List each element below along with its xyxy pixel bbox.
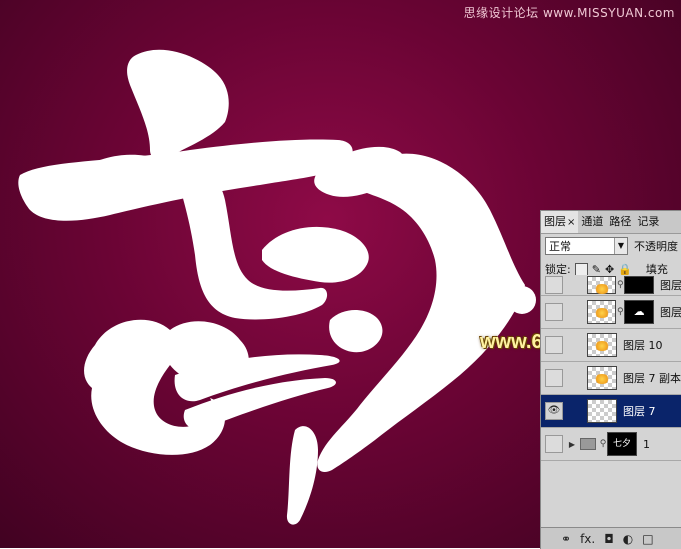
visibility-toggle[interactable] [545,303,563,321]
lock-all-icon[interactable]: 🔒 [618,263,632,276]
visibility-toggle[interactable] [545,369,563,387]
layer-row[interactable]: ⚲ ☁ 图层 [541,296,681,329]
blend-mode-value: 正常 [549,240,571,253]
layers-panel: 图层× 通道 路径 记录 正常 ▼ 不透明度 锁定: ✎ ✥ 🔒 填充 ⚲ 图层 [540,210,681,549]
layer-name: 图层 7 副本 [623,372,681,385]
site-watermark: 思缘设计论坛 www.MISSYUAN.com [463,6,675,20]
chain-link-icon[interactable]: ⚲ [599,439,607,449]
layer-thumbnail [587,366,617,390]
layer-mask-thumbnail [624,276,654,294]
eye-icon[interactable]: 👁 [545,402,563,420]
layer-mask-thumbnail: 七夕 [607,432,637,456]
tab-layers-label: 图层 [544,215,566,228]
layer-row[interactable]: ⚲ 图层 [541,275,681,296]
mask-icon[interactable]: ◘ [604,532,614,546]
expand-triangle-icon[interactable]: ▶ [567,440,577,449]
layer-name: 图层 10 [623,339,663,352]
panel-tabs: 图层× 通道 路径 记录 [541,211,681,234]
adjustment-icon[interactable]: ◐ [623,532,633,546]
layer-row[interactable]: 图层 7 副本 [541,362,681,395]
layer-row[interactable]: 图层 10 [541,329,681,362]
layer-group-row[interactable]: ▶ ⚲ 七夕 1 [541,428,681,461]
layer-name: 图层 7 [623,405,656,418]
layer-thumbnail [587,333,617,357]
visibility-toggle[interactable] [545,276,563,294]
tab-paths[interactable]: 路径 [606,211,634,233]
blend-mode-select[interactable]: 正常 ▼ [545,237,628,255]
layer-thumbnail [586,300,617,324]
fx-icon[interactable]: fx. [580,532,595,546]
visibility-toggle[interactable] [545,435,563,453]
layer-name: 图层 [660,279,681,292]
layers-bottom-bar: ⚭ fx. ◘ ◐ □ [541,527,681,549]
chain-link-icon[interactable]: ⚲ [616,280,624,290]
new-layer-icon[interactable]: □ [642,532,653,546]
folder-icon [580,438,596,450]
layer-mask-thumbnail: ☁ [624,300,654,324]
visibility-toggle[interactable] [545,336,563,354]
lock-position-icon[interactable]: ✥ [605,263,614,276]
chain-link-icon[interactable]: ⚲ [616,307,624,317]
layer-thumbnail [587,399,617,423]
layer-name: 1 [643,437,650,451]
layer-row-selected[interactable]: 👁 图层 7 [541,395,681,428]
lock-transparency-icon[interactable] [574,262,588,276]
tab-channels[interactable]: 通道 [578,211,606,233]
layers-list: ⚲ 图层 ⚲ ☁ 图层 图层 10 图层 7 副本 👁 图层 7 ▶ ⚲ 七夕 … [541,275,681,461]
layer-thumbnail [586,276,617,294]
blend-row: 正常 ▼ 不透明度 [541,234,681,258]
link-icon[interactable]: ⚭ [561,532,571,546]
tab-history[interactable]: 记录 [634,211,662,233]
chevron-down-icon: ▼ [614,238,627,254]
opacity-label: 不透明度 [634,240,678,253]
tab-layers[interactable]: 图层× [541,211,579,233]
lock-pixels-icon[interactable]: ✎ [592,263,601,276]
close-icon[interactable]: × [567,217,575,228]
layer-name: 图层 [660,306,681,319]
